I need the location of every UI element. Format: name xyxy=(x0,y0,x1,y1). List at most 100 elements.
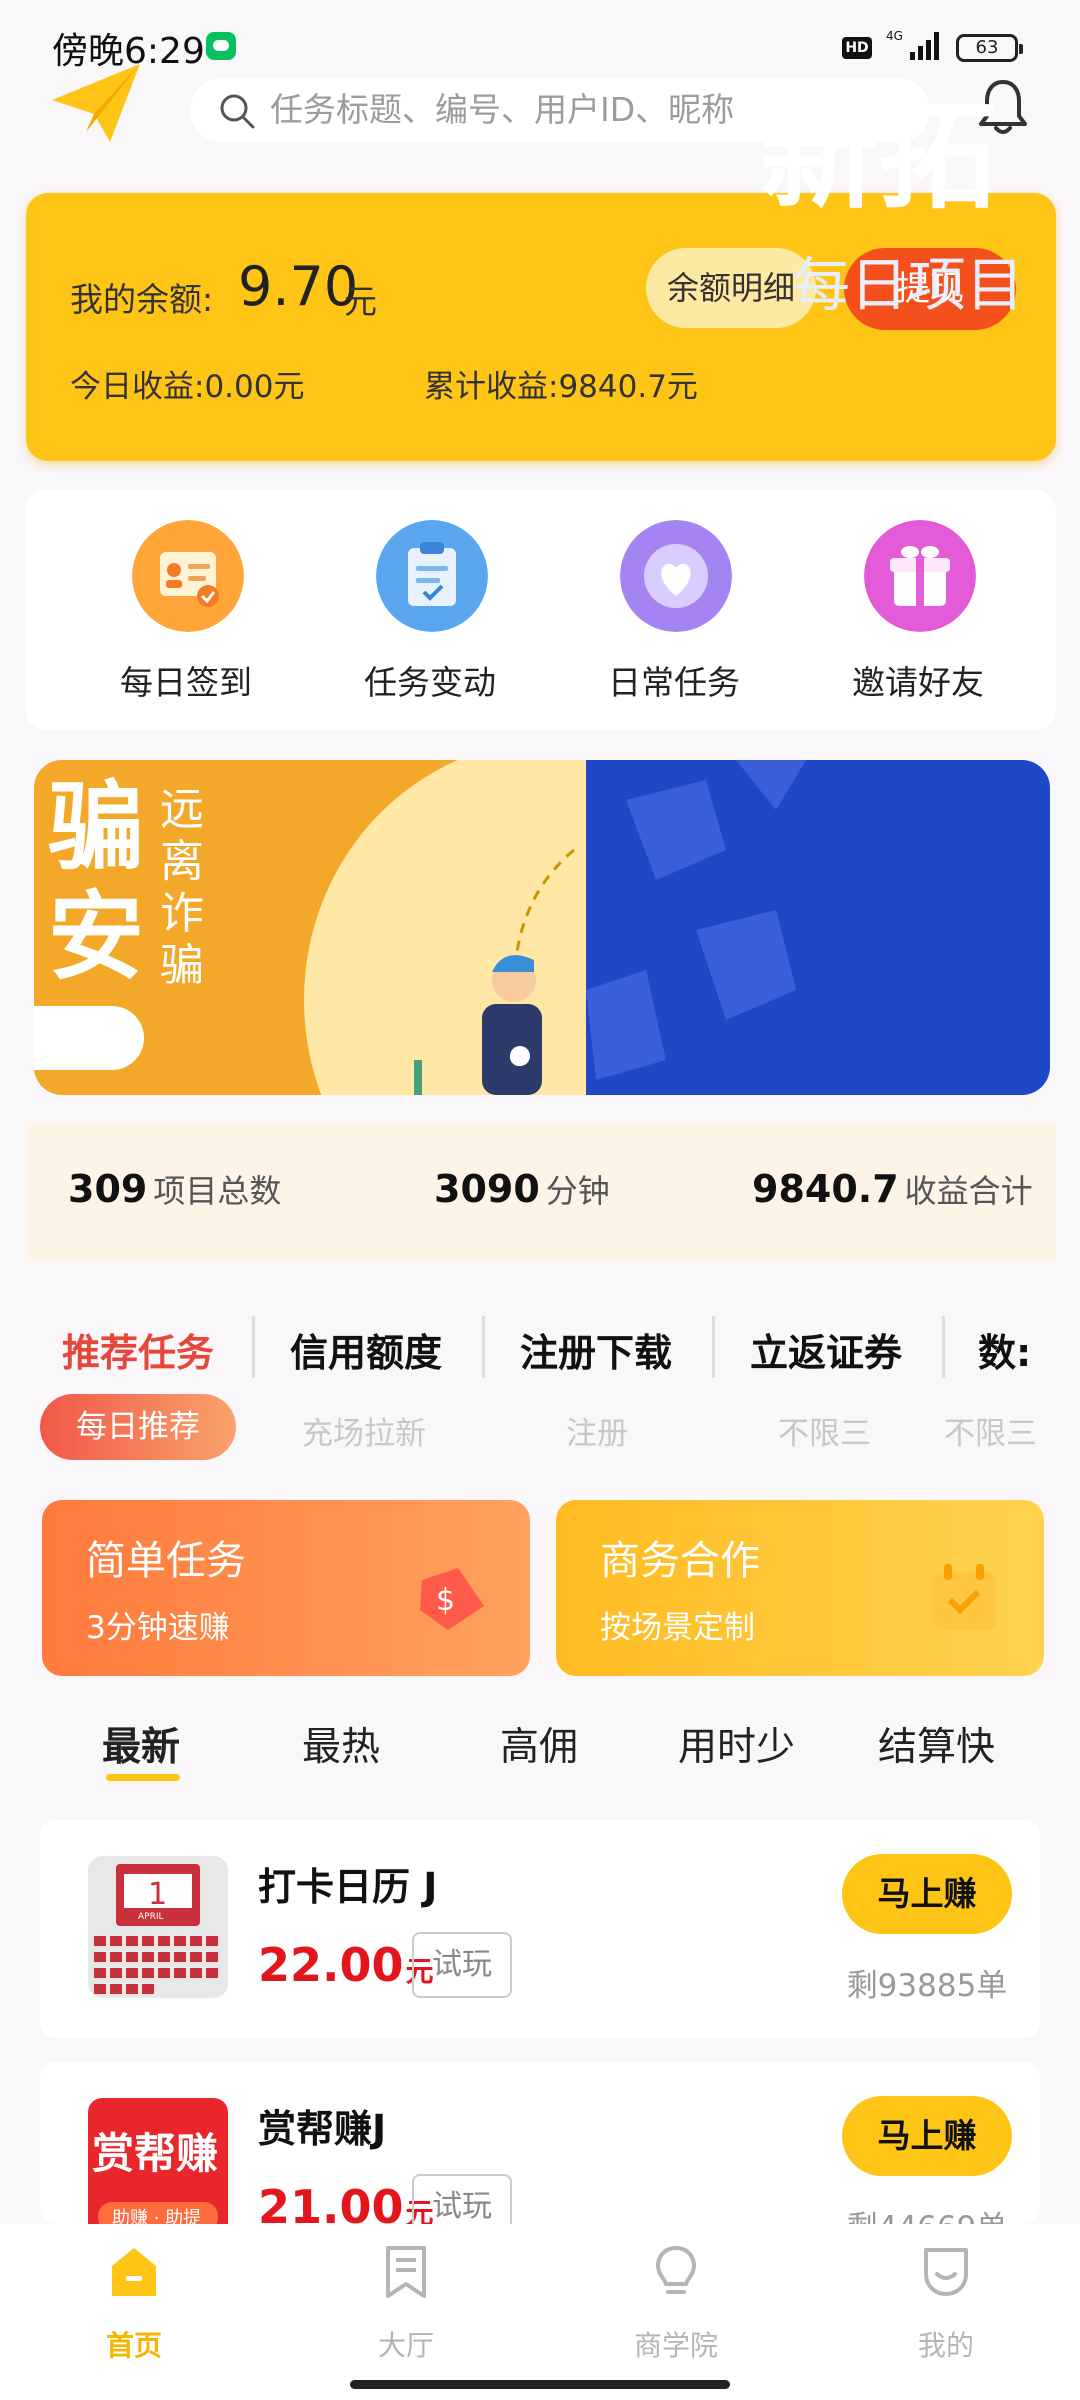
promo-title: 商务合作 xyxy=(600,1538,760,1584)
banner-left-subtitle: 远离诈骗 xyxy=(160,784,204,991)
tab-credit[interactable]: 信用额度 xyxy=(290,1322,442,1377)
nav-label: 首页 xyxy=(105,2329,162,2362)
sort-newest[interactable]: 最新 xyxy=(102,1716,180,1772)
app-icon-subtext: 助赚 · 助提 xyxy=(112,2208,201,2224)
balance-amount: 9.70 xyxy=(238,255,359,318)
quick-action-invite[interactable]: 邀请好友 xyxy=(818,520,1018,720)
tab-divider xyxy=(712,1316,715,1378)
today-earnings: 今日收益:0.00元 xyxy=(70,369,305,405)
quick-action-checkin[interactable]: 每日签到 xyxy=(86,520,286,720)
wechat-icon xyxy=(206,32,236,60)
calendar-check-icon xyxy=(932,1564,996,1630)
sort-fast-settlement[interactable]: 结算快 xyxy=(878,1716,995,1772)
gift-icon xyxy=(864,520,976,632)
task-name: 赏帮赚J xyxy=(258,2107,387,2151)
battery-indicator: 63 xyxy=(956,34,1023,62)
task-name: 打卡日历 J xyxy=(258,1865,438,1909)
quick-action-task-changes[interactable]: 任务变动 xyxy=(330,520,530,720)
stat-value: 3090 xyxy=(434,1167,540,1211)
trial-button[interactable]: 试玩 xyxy=(412,1932,512,1998)
heart-icon xyxy=(620,520,732,632)
calendar-app-icon: 1 APRIL xyxy=(88,1856,228,1998)
tab-divider xyxy=(252,1316,255,1378)
tab-securities[interactable]: 立返证券 xyxy=(750,1322,902,1377)
home-indicator[interactable] xyxy=(350,2380,730,2389)
sort-short-time[interactable]: 用时少 xyxy=(678,1716,795,1772)
stat-projects: 309 项目总数 xyxy=(68,1166,281,1212)
stat-label: 项目总数 xyxy=(153,1172,282,1210)
nav-label: 大厅 xyxy=(377,2329,434,2362)
signal-icon: 4G xyxy=(886,29,939,60)
svg-text:$: $ xyxy=(436,1583,455,1618)
earn-now-button[interactable]: 马上赚 xyxy=(842,1854,1012,1934)
earn-now-button[interactable]: 马上赚 xyxy=(842,2096,1012,2176)
home-icon xyxy=(112,2248,156,2296)
quick-action-label: 日常任务 xyxy=(608,663,740,702)
promo-business[interactable]: 商务合作 按场景定制 xyxy=(556,1500,1044,1676)
banner-slide-new xyxy=(586,760,1050,1095)
banner-left-title: 骗 安 xyxy=(48,771,144,993)
stat-value: 9840.7 xyxy=(752,1167,899,1211)
tab-divider xyxy=(482,1316,485,1378)
quick-action-label: 任务变动 xyxy=(364,663,496,702)
balance-detail-button[interactable]: 余额明细 xyxy=(646,248,816,328)
checkin-icon xyxy=(132,520,244,632)
calendar-month: APRIL xyxy=(138,1912,164,1922)
task-price: 21.00元 xyxy=(258,2180,434,2224)
bookmark-icon xyxy=(386,2246,426,2298)
banner-right-subtitle: 每日项目 xyxy=(792,251,1025,319)
tab-more[interactable]: 数: xyxy=(978,1322,1031,1377)
bottom-nav: 首页 大厅 商学院 我的 xyxy=(0,2224,1080,2400)
price-tag-icon: $ xyxy=(420,1568,484,1630)
nav-home[interactable]: 首页 xyxy=(64,2244,204,2364)
promo-title: 简单任务 xyxy=(86,1538,246,1584)
tab-divider xyxy=(942,1316,945,1378)
paper-plane-logo-icon[interactable] xyxy=(50,62,142,144)
stats-bar: 309 项目总数 3090 分钟 9840.7 收益合计 xyxy=(26,1122,1056,1262)
balance-unit: 元 xyxy=(344,282,377,321)
balance-card: 我的余额: 9.70 元 余额明细 提现 今日收益:0.00元 累计收益:984… xyxy=(26,193,1056,461)
sort-high-commission[interactable]: 高佣 xyxy=(500,1716,578,1772)
nav-profile[interactable]: 我的 xyxy=(876,2244,1016,2364)
shangbangzhuan-app-icon: 赏帮赚 助赚 · 助提 xyxy=(88,2098,228,2224)
nav-academy[interactable]: 商学院 xyxy=(606,2244,746,2364)
promo-subtitle: 按场景定制 xyxy=(600,1610,755,1646)
search-placeholder: 任务标题、编号、用户ID、昵称 xyxy=(270,90,735,129)
task-remaining: 剩93885单 xyxy=(846,1968,1008,2004)
tab-register[interactable]: 注册下载 xyxy=(520,1322,672,1377)
quick-action-label: 邀请好友 xyxy=(852,663,984,702)
balance-label: 我的余额: xyxy=(70,280,214,319)
trial-button[interactable]: 试玩 xyxy=(412,2174,512,2224)
stat-label: 分钟 xyxy=(545,1172,610,1210)
total-earnings: 累计收益:9840.7元 xyxy=(424,369,698,405)
promo-banner[interactable]: 骗 安 远离诈骗 xyxy=(34,760,1050,1095)
subtab-register[interactable]: 注册 xyxy=(566,1408,628,1453)
subtab-unlimited-2[interactable]: 不限三 xyxy=(944,1408,1037,1453)
banner-slide-anti-fraud: 骗 安 远离诈骗 xyxy=(34,760,586,1095)
tab-recommended[interactable]: 推荐任务 xyxy=(62,1322,214,1377)
sort-hottest[interactable]: 最热 xyxy=(302,1716,380,1772)
task-card[interactable]: 赏帮赚 助赚 · 助提 赏帮赚J 21.00元 试玩 马上赚 剩44669单 xyxy=(40,2062,1040,2224)
banner-indicator-dot xyxy=(510,1048,528,1066)
stat-minutes: 3090 分钟 xyxy=(434,1166,610,1212)
search-icon xyxy=(220,94,255,129)
promo-subtitle: 3分钟速赚 xyxy=(86,1610,230,1646)
hd-icon: HD xyxy=(842,37,872,59)
subtab-event[interactable]: 充场拉新 xyxy=(302,1408,426,1453)
quick-action-daily-tasks[interactable]: 日常任务 xyxy=(574,520,774,720)
network-label: 4G xyxy=(886,29,903,43)
banner-pattern xyxy=(586,760,806,1080)
nav-hall[interactable]: 大厅 xyxy=(336,2244,476,2364)
banner-right-title: 新拓 xyxy=(760,87,997,225)
task-price-value: 21.00 xyxy=(258,2180,404,2224)
nav-label: 商学院 xyxy=(633,2329,718,2362)
subtab-unlimited[interactable]: 不限三 xyxy=(778,1408,871,1453)
face-icon xyxy=(924,2248,968,2296)
stat-value: 309 xyxy=(68,1167,148,1211)
task-card[interactable]: 1 APRIL 打卡日历 J 22.00元 试玩 马上赚 剩93885单 xyxy=(40,1820,1040,2038)
nav-label: 我的 xyxy=(917,2329,974,2362)
stat-label: 收益合计 xyxy=(904,1172,1033,1210)
lightbulb-icon xyxy=(655,2245,697,2294)
promo-simple-task[interactable]: 简单任务 3分钟速赚 $ xyxy=(42,1500,530,1676)
subtab-daily[interactable]: 每日推荐 xyxy=(40,1394,236,1460)
